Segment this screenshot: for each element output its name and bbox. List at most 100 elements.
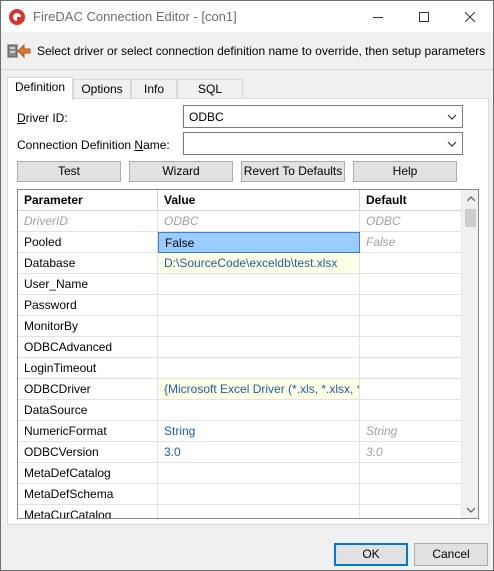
param-default-cell <box>360 316 462 337</box>
scroll-up-arrow[interactable] <box>462 190 478 207</box>
test-button[interactable]: Test <box>17 161 121 182</box>
param-value-cell[interactable] <box>158 358 360 379</box>
firedac-icon <box>9 9 25 25</box>
tab-info[interactable]: Info <box>131 79 177 99</box>
table-row[interactable]: ODBCDriver {Microsoft Excel Driver (*.xls… <box>18 379 462 400</box>
driver-id-label: Driver ID: <box>17 111 68 125</box>
table-row[interactable]: Database D:\SourceCode\exceldb\test.xlsx <box>18 253 462 274</box>
table-row[interactable]: Pooled False False <box>18 232 462 253</box>
param-value-cell[interactable]: {Microsoft Excel Driver (*.xls, *.xlsx, … <box>158 379 360 400</box>
table-row[interactable]: ODBCAdvanced <box>18 337 462 358</box>
param-default-cell: False <box>360 232 462 253</box>
param-value-cell[interactable] <box>158 295 360 316</box>
param-value-cell[interactable] <box>158 463 360 484</box>
param-name-cell: MonitorBy <box>18 316 158 337</box>
param-value-cell[interactable] <box>158 274 360 295</box>
table-row[interactable]: MonitorBy <box>18 316 462 337</box>
title-bar: FireDAC Connection Editor - [con1] <box>1 1 493 32</box>
parameter-grid: Parameter Value Default DriverID ODBC ODBC… <box>17 189 479 519</box>
param-value-cell[interactable]: 3.0 <box>158 442 360 463</box>
table-row[interactable]: NumericFormat String String <box>18 421 462 442</box>
param-default-cell <box>360 253 462 274</box>
revert-to-defaults-button[interactable]: Revert To Defaults <box>241 161 345 182</box>
wizard-button[interactable]: Wizard <box>129 161 233 182</box>
conn-def-name-combo[interactable] <box>183 132 463 155</box>
cancel-button[interactable]: Cancel <box>414 543 488 566</box>
param-name-cell: NumericFormat <box>18 421 158 442</box>
header-instruction: Select driver or select connection defin… <box>37 44 486 58</box>
param-value-cell[interactable]: D:\SourceCode\exceldb\test.xlsx <box>158 253 360 274</box>
conn-def-name-label: Connection Definition Name: <box>17 138 170 152</box>
param-value-cell[interactable] <box>158 316 360 337</box>
param-default-cell <box>360 400 462 421</box>
param-value-cell[interactable]: String <box>158 421 360 442</box>
maximize-button[interactable] <box>401 1 447 32</box>
param-default-cell <box>360 463 462 484</box>
param-name-cell: MetaDefSchema <box>18 484 158 505</box>
param-default-cell: ODBC <box>360 211 462 232</box>
close-icon <box>465 11 475 22</box>
param-name-cell: Password <box>18 295 158 316</box>
param-default-cell <box>360 337 462 358</box>
chevron-down-icon <box>466 507 475 513</box>
param-name-cell: MetaDefCatalog <box>18 463 158 484</box>
close-button[interactable] <box>447 1 493 32</box>
param-default-cell <box>360 274 462 295</box>
driver-id-combo[interactable]: ODBC <box>183 105 463 128</box>
param-name-cell: ODBCVersion <box>18 442 158 463</box>
table-row[interactable]: User_Name <box>18 274 462 295</box>
param-default-cell: String <box>360 421 462 442</box>
table-row[interactable]: LoginTimeout <box>18 358 462 379</box>
scroll-down-arrow[interactable] <box>462 501 478 518</box>
column-header-value[interactable]: Value <box>158 190 360 211</box>
window-title: FireDAC Connection Editor - [con1] <box>33 9 237 24</box>
chevron-down-icon <box>447 141 457 147</box>
vertical-scrollbar[interactable] <box>461 190 478 518</box>
param-default-cell: 3.0 <box>360 442 462 463</box>
param-name-cell: User_Name <box>18 274 158 295</box>
scroll-thumb[interactable] <box>465 209 476 227</box>
help-button[interactable]: Help <box>353 161 457 182</box>
header-band: Select driver or select connection defin… <box>1 32 493 70</box>
tab-definition[interactable]: Definition <box>7 77 73 100</box>
param-name-cell: LoginTimeout <box>18 358 158 379</box>
param-value-cell[interactable] <box>158 400 360 421</box>
table-row[interactable]: DriverID ODBC ODBC <box>18 211 462 232</box>
tab-options[interactable]: Options <box>73 79 131 99</box>
tab-sql-script[interactable]: SQL Script <box>177 79 243 114</box>
connection-wizard-icon <box>7 43 31 59</box>
table-row[interactable]: MetaDefCatalog <box>18 463 462 484</box>
maximize-icon <box>419 11 429 22</box>
minimize-button[interactable] <box>355 1 401 32</box>
param-name-cell: DriverID <box>18 211 158 232</box>
param-value-cell[interactable]: False <box>158 232 360 253</box>
param-value-cell[interactable]: ODBC <box>158 211 360 232</box>
param-default-cell <box>360 505 462 518</box>
driver-id-value: ODBC <box>189 110 224 124</box>
table-row[interactable]: MetaCurCatalog <box>18 505 462 518</box>
table-row[interactable]: MetaDefSchema <box>18 484 462 505</box>
table-row[interactable]: Password <box>18 295 462 316</box>
param-value-cell[interactable] <box>158 505 360 518</box>
param-value-cell[interactable] <box>158 337 360 358</box>
ok-button[interactable]: OK <box>334 543 408 566</box>
chevron-up-icon <box>466 195 475 201</box>
param-default-cell <box>360 484 462 505</box>
param-value-cell[interactable] <box>158 484 360 505</box>
param-name-cell: DataSource <box>18 400 158 421</box>
column-header-parameter[interactable]: Parameter <box>18 190 158 211</box>
param-name-cell: Pooled <box>18 232 158 253</box>
param-name-cell: MetaCurCatalog <box>18 505 158 518</box>
table-row[interactable]: DataSource <box>18 400 462 421</box>
grid-header: Parameter Value Default <box>18 190 462 211</box>
minimize-icon <box>373 16 383 18</box>
connection-editor-window: FireDAC Connection Editor - [con1] Selec… <box>0 0 494 571</box>
table-row[interactable]: ODBCVersion 3.0 3.0 <box>18 442 462 463</box>
column-header-default[interactable]: Default <box>360 190 462 211</box>
chevron-down-icon <box>447 114 457 120</box>
param-name-cell: ODBCAdvanced <box>18 337 158 358</box>
param-default-cell <box>360 379 462 400</box>
param-name-cell: Database <box>18 253 158 274</box>
param-name-cell: ODBCDriver <box>18 379 158 400</box>
param-default-cell <box>360 358 462 379</box>
